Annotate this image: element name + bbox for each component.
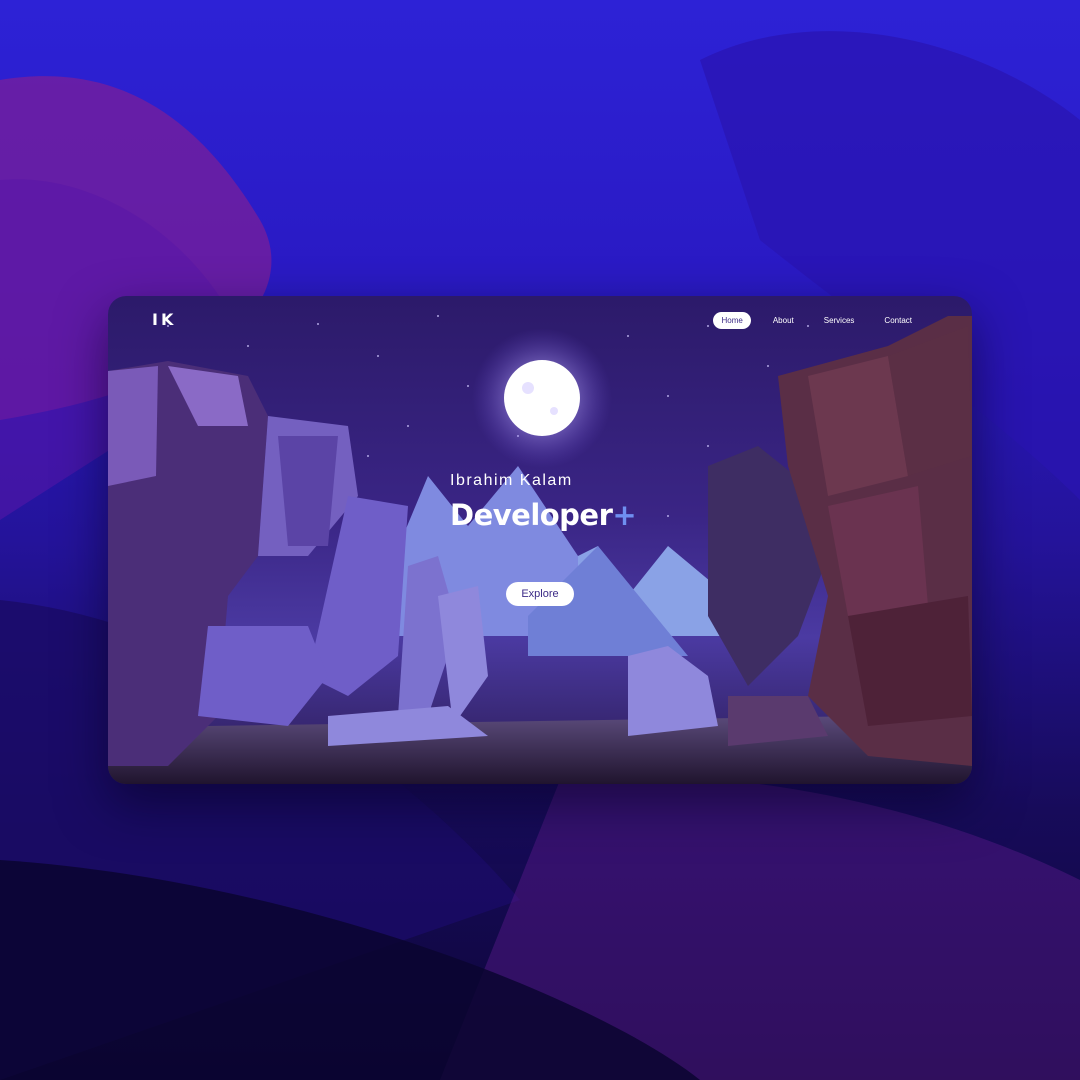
website-preview-card: IK Home About Services Contact Ibrahim K… — [108, 296, 972, 784]
hero-title: Developer+ — [450, 498, 637, 532]
nav-item-home[interactable]: Home — [713, 312, 751, 329]
rock-cliffs-illustration — [628, 316, 972, 766]
moon-illustration — [504, 360, 580, 436]
rock-cliffs-illustration — [108, 361, 488, 766]
nav-item-services[interactable]: Services — [816, 312, 863, 329]
hero-title-text: Developer — [450, 498, 613, 532]
night-scene-illustration — [108, 315, 972, 784]
hero-title-plus: + — [612, 498, 637, 532]
top-navigation: Home About Services Contact — [713, 312, 920, 329]
nav-item-about[interactable]: About — [765, 312, 802, 329]
explore-button[interactable]: Explore — [506, 582, 574, 606]
brand-logo[interactable]: IK — [152, 310, 176, 329]
nav-item-contact[interactable]: Contact — [876, 312, 920, 329]
hero-name: Ibrahim Kalam — [450, 472, 573, 489]
